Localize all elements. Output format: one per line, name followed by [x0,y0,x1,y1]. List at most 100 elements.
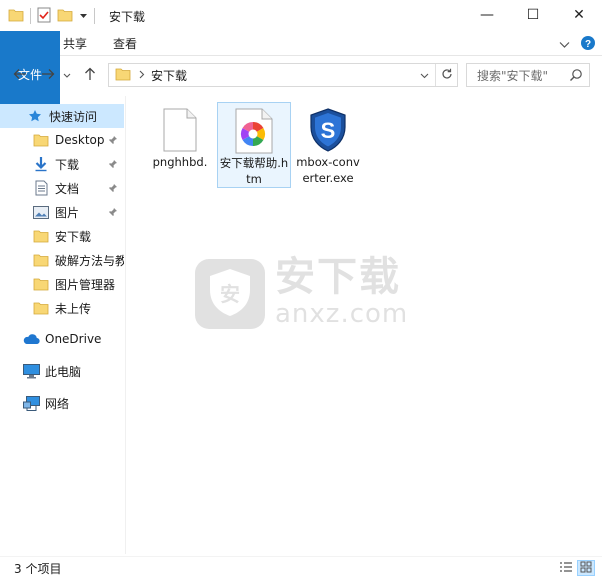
folder-icon [32,131,50,149]
file-item-help-htm[interactable]: 安下载帮助.htm [217,102,291,188]
folder-icon [32,299,50,317]
navigation-bar: 安下载 搜索"安下载" [0,56,602,94]
sidebar-item-label: 未上传 [55,301,92,316]
watermark-title: 安下载 [275,254,401,300]
recent-locations-button[interactable] [60,63,74,87]
folder-icon [32,251,50,269]
folder-icon [32,275,50,293]
sidebar-item-downloads[interactable]: 下载 [0,152,124,176]
status-bar: 3 个项目 [0,556,602,579]
address-bar[interactable]: 安下载 [108,63,458,87]
new-folder-icon[interactable] [57,8,73,25]
sidebar-item-label: 文档 [55,181,80,196]
sidebar-item-anxiazai[interactable]: 安下载 [0,224,124,248]
sidebar-item-label: 图片管理器 [55,277,116,292]
file-name: mbox-converter.exe [296,155,360,185]
close-button[interactable]: ✕ [556,0,602,30]
forward-button[interactable] [36,63,60,87]
search-box[interactable]: 搜索"安下载" [466,63,590,87]
file-item-mbox-converter[interactable]: S mbox-converter.exe [291,102,365,188]
ribbon-right-controls: ? [559,35,596,54]
picture-icon [32,203,50,221]
shield-s-app-icon: S [304,106,352,154]
sidebar-item-crack-tutorials[interactable]: 破解方法与教 [0,248,124,272]
computer-icon [22,362,40,380]
cloud-icon [22,330,40,348]
title-bar: 安下载 — ☐ ✕ [0,0,602,32]
large-icons-view-icon [580,561,592,576]
up-button[interactable] [78,63,102,87]
view-toggle [558,560,595,576]
sidebar-item-label: 此电脑 [45,364,82,379]
minimize-button[interactable]: — [464,0,510,30]
details-view-icon [559,561,573,576]
pin-icon[interactable] [108,206,118,220]
folder-icon [32,227,50,245]
large-icons-view-button[interactable] [577,560,595,576]
back-button[interactable] [8,63,32,87]
properties-icon[interactable] [37,7,51,26]
sidebar-item-desktop[interactable]: Desktop [0,128,124,152]
item-count: 3 个项目 [14,561,62,576]
refresh-icon [441,68,453,83]
blank-file-icon [156,106,204,154]
sidebar-item-pictures[interactable]: 图片 [0,200,124,224]
search-icon[interactable] [569,68,583,85]
pin-icon[interactable] [108,158,118,172]
watermark-text: 安下载 anxz.com [275,255,408,329]
expand-ribbon-chevron-icon[interactable] [559,38,570,52]
customize-toolbar-chevron-icon[interactable] [79,9,88,23]
sidebar-item-label: 安下载 [55,229,92,244]
chevron-down-icon [420,68,429,82]
tab-view[interactable]: 查看 [100,31,150,55]
network-icon [22,394,40,412]
htm-file-icon [230,107,278,155]
sidebar-item-network[interactable]: 网络 [0,391,124,415]
svg-text:?: ? [585,39,591,50]
file-item-pnghhbd[interactable]: pnghhbd. [143,102,217,188]
sidebar-item-image-manager[interactable]: 图片管理器 [0,272,124,296]
sidebar-item-label: OneDrive [45,332,102,346]
refresh-button[interactable] [435,64,457,86]
watermark-badge-char: 安 [220,282,240,306]
sidebar-item-not-uploaded[interactable]: 未上传 [0,296,124,320]
sidebar-item-documents[interactable]: 文档 [0,176,124,200]
breadcrumb-current[interactable]: 安下载 [151,67,187,84]
watermark: 安 安下载 anxz.com [193,247,423,337]
folder-icon [115,67,131,84]
sidebar-item-label: 网络 [45,396,70,411]
window-controls: — ☐ ✕ [464,0,602,30]
pin-icon[interactable] [108,182,118,196]
file-name: pnghhbd. [152,155,208,169]
sidebar-item-onedrive[interactable]: OneDrive [0,327,124,351]
navigation-pane: 快速访问 Desktop 下载 文档 图片 安下载 破解方法与教 图片管理器 未… [0,96,126,554]
sidebar-item-label: 图片 [55,205,80,220]
address-history-dropdown[interactable] [415,64,433,86]
folder-icon [8,8,24,25]
maximize-button[interactable]: ☐ [510,0,556,30]
sidebar-item-quick-access[interactable]: 快速访问 [0,104,124,128]
search-input[interactable]: 搜索"安下载" [477,67,548,84]
help-icon[interactable]: ? [580,35,596,54]
sidebar-item-label: 下载 [55,157,80,172]
sidebar-item-this-pc[interactable]: 此电脑 [0,359,124,383]
file-list: pnghhbd. 安下载帮助.htm S mbox-converter.exe … [127,96,602,554]
download-arrow-icon [32,155,50,173]
toolbar-divider [30,8,31,24]
details-view-button[interactable] [558,561,574,575]
arrow-up-icon [84,67,96,84]
quick-access-toolbar [0,0,101,32]
chevron-down-icon [63,68,71,82]
document-icon [32,179,50,197]
watermark-badge-icon: 安 [193,251,267,334]
arrow-right-icon [41,68,55,83]
toolbar-divider [94,8,95,24]
sidebar-item-label: 快速访问 [49,109,98,124]
arrow-left-icon [13,68,27,83]
watermark-domain: anxz.com [275,299,409,329]
breadcrumb-chevron-icon[interactable] [139,68,145,82]
window-title: 安下载 [109,9,146,24]
ribbon-tabs: 文件 主页 共享 查看 ? [0,31,602,117]
pin-icon[interactable] [108,134,118,148]
sidebar-item-label: Desktop [55,133,105,147]
